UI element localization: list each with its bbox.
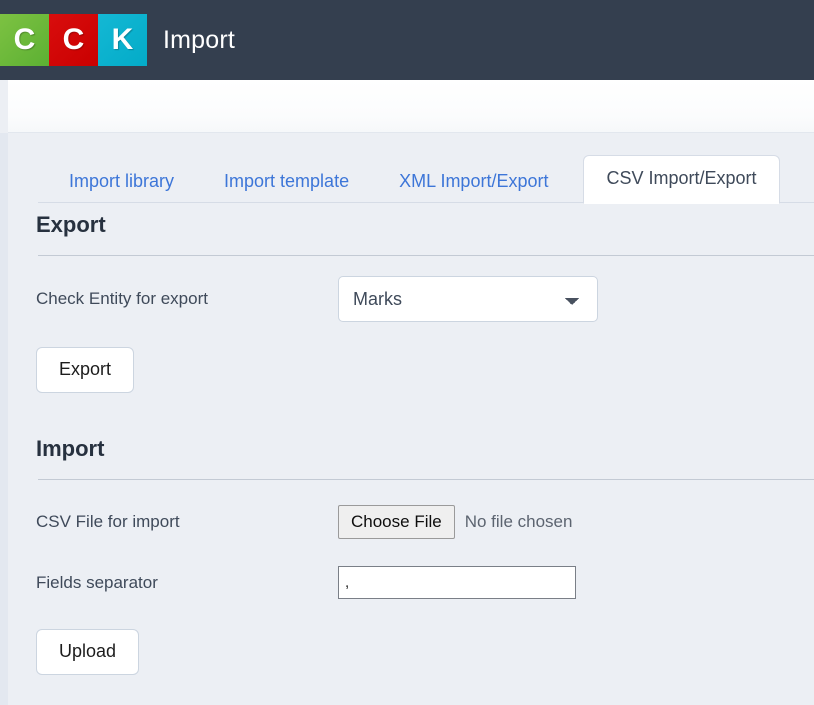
page-title: Import: [163, 25, 236, 54]
tab-bar: Import library Import template XML Impor…: [8, 133, 814, 204]
export-button-wrap: Export: [36, 347, 814, 393]
file-status-text: No file chosen: [464, 511, 573, 531]
entity-control: Marks: [338, 276, 814, 322]
logo-tile-c-red: C: [49, 14, 98, 66]
csv-import-export-panel: Export Check Entity for export Marks Exp…: [8, 209, 814, 675]
upload-button[interactable]: Upload: [36, 628, 140, 675]
separator-control: [338, 566, 814, 600]
file-input[interactable]: Choose File No file chosen: [338, 505, 814, 539]
entity-label: Check Entity for export: [36, 289, 208, 308]
upload-button-wrap: Upload: [36, 628, 814, 675]
app-logo: C C K: [0, 14, 147, 66]
app-header: C C K Import: [0, 0, 814, 80]
csv-file-label: CSV File for import: [36, 511, 180, 531]
export-button[interactable]: Export: [36, 347, 135, 393]
choose-file-button[interactable]: Choose File: [338, 505, 455, 539]
logo-tile-k-cyan: K: [98, 14, 147, 66]
csv-file-control: Choose File No file chosen: [338, 505, 814, 539]
tab-xml-import-export[interactable]: XML Import/Export: [380, 161, 567, 203]
tab-import-template[interactable]: Import template: [205, 161, 368, 203]
sub-toolbar: [8, 80, 814, 133]
import-heading: Import: [36, 435, 105, 461]
export-heading: Export: [36, 212, 106, 237]
entity-select[interactable]: Marks: [338, 276, 598, 322]
import-divider: [38, 478, 814, 480]
separator-input[interactable]: [338, 566, 576, 600]
separator-label: Fields separator: [36, 572, 158, 592]
content-area: Import library Import template XML Impor…: [8, 133, 814, 705]
export-divider: [38, 255, 814, 256]
left-rail: [0, 133, 8, 705]
separator-field-row: Fields separator: [36, 561, 814, 605]
tab-import-library[interactable]: Import library: [50, 161, 193, 203]
tab-csv-import-export[interactable]: CSV Import/Export: [583, 155, 780, 204]
entity-field-row: Check Entity for export Marks: [36, 276, 814, 322]
csv-file-field-row: CSV File for import Choose File No file …: [36, 500, 814, 544]
page-body: Import library Import template XML Impor…: [0, 133, 814, 705]
logo-tile-c-green: C: [0, 14, 49, 66]
